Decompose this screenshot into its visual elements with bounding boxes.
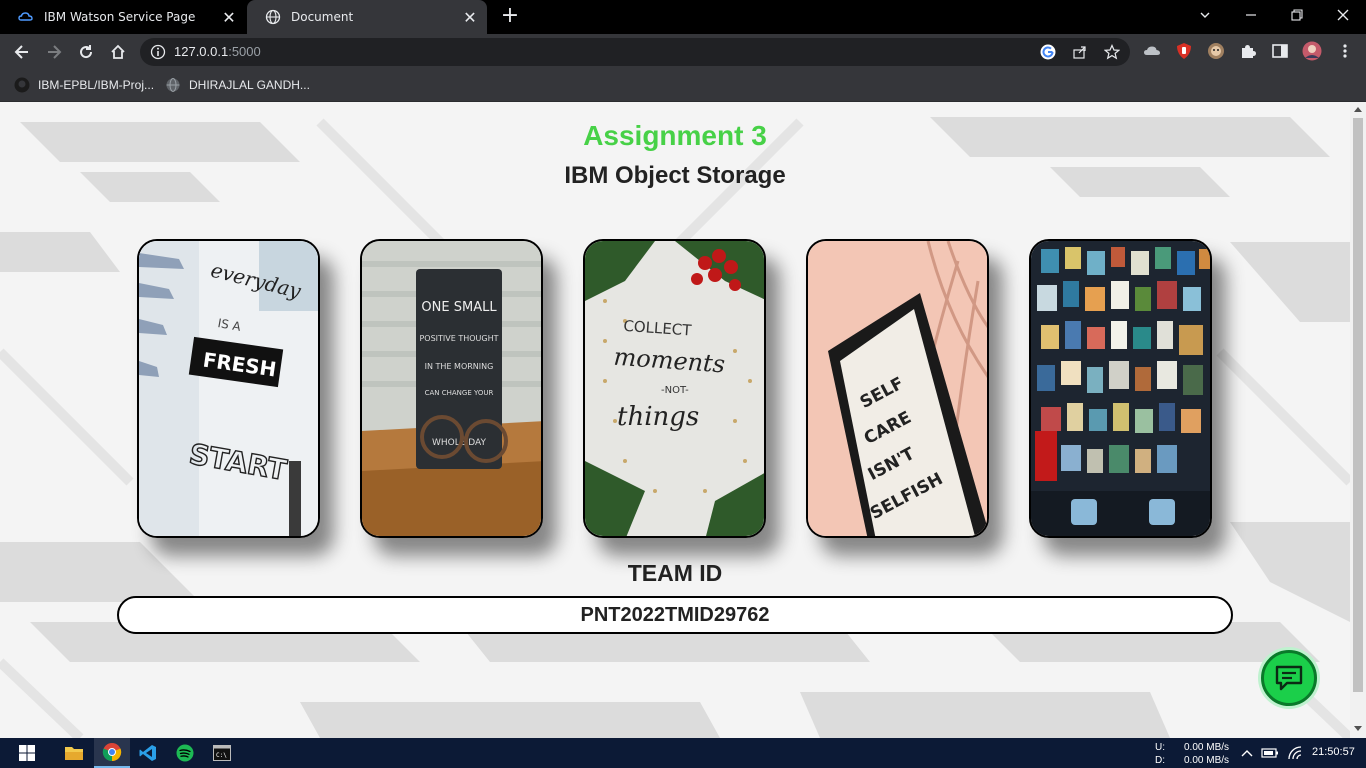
bookmark-ibm-epbl[interactable]: IBM-EPBL/IBM-Proj... <box>14 77 154 93</box>
page-title: Assignment 3 <box>583 120 767 151</box>
shield-extension-icon[interactable] <box>1175 42 1193 60</box>
tray-chevron-up-icon[interactable] <box>1238 738 1256 768</box>
url-host: 127.0.0.1 <box>174 44 229 59</box>
back-arrow-icon[interactable] <box>10 40 34 64</box>
scroll-down-arrow-icon[interactable] <box>1354 726 1362 731</box>
reload-icon[interactable] <box>74 40 98 64</box>
team-id-label: TEAM ID <box>627 560 723 586</box>
net-speed-values: 0.00 MB/s 0.00 MB/s <box>1184 741 1229 767</box>
minimize-button[interactable] <box>1228 0 1274 30</box>
download-speed: 0.00 MB/s <box>1184 755 1230 766</box>
close-tab-icon[interactable]: ✕ <box>461 8 479 27</box>
spotify-icon[interactable] <box>167 738 203 768</box>
image-card-fresh-start: everyday IS A FRESH START <box>137 239 320 538</box>
github-icon <box>14 77 30 93</box>
close-window-button[interactable] <box>1320 0 1366 30</box>
avatar-extension-icon[interactable] <box>1207 42 1225 60</box>
new-tab-button[interactable]: + <box>498 5 522 29</box>
tab-title: IBM Watson Service Page <box>44 10 196 24</box>
menu-kebab-icon[interactable] <box>1336 42 1354 60</box>
forward-arrow-icon[interactable] <box>42 40 66 64</box>
file-explorer-icon[interactable] <box>56 738 92 768</box>
windows-start-icon[interactable] <box>9 738 45 768</box>
ibm-cloud-icon <box>18 9 34 25</box>
card-text: things <box>617 402 699 432</box>
tab-document[interactable]: Document ✕ <box>247 0 487 34</box>
chrome-icon[interactable] <box>94 738 130 768</box>
wifi-icon[interactable] <box>1285 738 1305 768</box>
team-id-value: PNT2022TMID29762 <box>117 596 1233 634</box>
bookmark-dhirajlal[interactable]: DHIRAJLAL GANDH... <box>165 77 310 93</box>
tab-ibm-watson[interactable]: IBM Watson Service Page ✕ <box>0 0 246 34</box>
bookmarks-bar: IBM-EPBL/IBM-Proj... DHIRAJLAL GANDH... <box>0 70 1366 102</box>
share-icon[interactable] <box>1072 44 1088 60</box>
side-panel-icon[interactable] <box>1271 42 1289 60</box>
card-text: POSITIVE THOUGHT <box>419 334 498 343</box>
image-card-poster-wall <box>1029 239 1212 538</box>
scrollbar-thumb[interactable] <box>1353 118 1363 692</box>
bookmark-label: IBM-EPBL/IBM-Proj... <box>38 78 155 92</box>
chat-button[interactable] <box>1261 650 1317 706</box>
globe-icon <box>165 77 181 93</box>
url-text[interactable]: 127.0.0.1:5000 <box>174 44 261 59</box>
url-port: :5000 <box>228 44 261 59</box>
globe-icon <box>265 9 281 25</box>
google-icon[interactable] <box>1040 44 1056 60</box>
site-info-icon[interactable] <box>150 44 166 60</box>
upload-speed: 0.00 MB/s <box>1184 742 1230 753</box>
extensions-puzzle-icon[interactable] <box>1239 42 1257 60</box>
terminal-icon[interactable]: C:\ <box>204 738 240 768</box>
upload-label: U: <box>1155 742 1165 753</box>
page-viewport: Assignment 3 IBM Object Storage everyday… <box>0 102 1350 738</box>
scroll-up-arrow-icon[interactable] <box>1354 107 1362 112</box>
download-label: D: <box>1155 755 1165 766</box>
svg-text:C:\: C:\ <box>216 752 227 759</box>
chat-bubble-icon <box>1275 665 1303 691</box>
profile-avatar[interactable] <box>1302 41 1322 61</box>
card-text: CAN CHANGE YOUR <box>425 389 494 397</box>
page-subtitle: IBM Object Storage <box>564 162 786 189</box>
image-card-collect-moments: COLLECT moments -NOT- things <box>583 239 766 538</box>
cloud-extension-icon[interactable] <box>1143 42 1161 60</box>
restore-button[interactable] <box>1274 0 1320 30</box>
windows-taskbar: C:\ U: D: 0.00 MB/s 0.00 MB/s 21:50:57 <box>0 738 1366 768</box>
page-scrollbar[interactable] <box>1350 102 1366 738</box>
bookmark-label: DHIRAJLAL GANDH... <box>189 78 310 92</box>
close-tab-icon[interactable]: ✕ <box>220 8 238 27</box>
home-icon[interactable] <box>106 40 130 64</box>
tab-search-icon[interactable] <box>1182 0 1228 30</box>
tab-strip: IBM Watson Service Page ✕ Document ✕ + <box>0 0 1366 34</box>
tab-title: Document <box>291 10 354 24</box>
net-speed-labels: U: D: <box>1155 741 1165 767</box>
image-card-positive-thought: ONE SMALL POSITIVE THOUGHT IN THE MORNIN… <box>360 239 543 538</box>
browser-toolbar: 127.0.0.1:5000 <box>0 34 1366 70</box>
image-card-self-care: SELF CARE ISN'T SELFISH <box>806 239 989 538</box>
card-text: -NOT- <box>661 385 689 396</box>
card-text: IN THE MORNING <box>425 362 494 371</box>
battery-icon[interactable] <box>1260 738 1280 768</box>
card-text: ONE SMALL <box>421 300 497 315</box>
vscode-icon[interactable] <box>130 738 166 768</box>
address-bar[interactable]: 127.0.0.1:5000 <box>140 38 1130 66</box>
bookmark-star-icon[interactable] <box>1103 44 1121 60</box>
taskbar-clock[interactable]: 21:50:57 <box>1312 746 1355 758</box>
